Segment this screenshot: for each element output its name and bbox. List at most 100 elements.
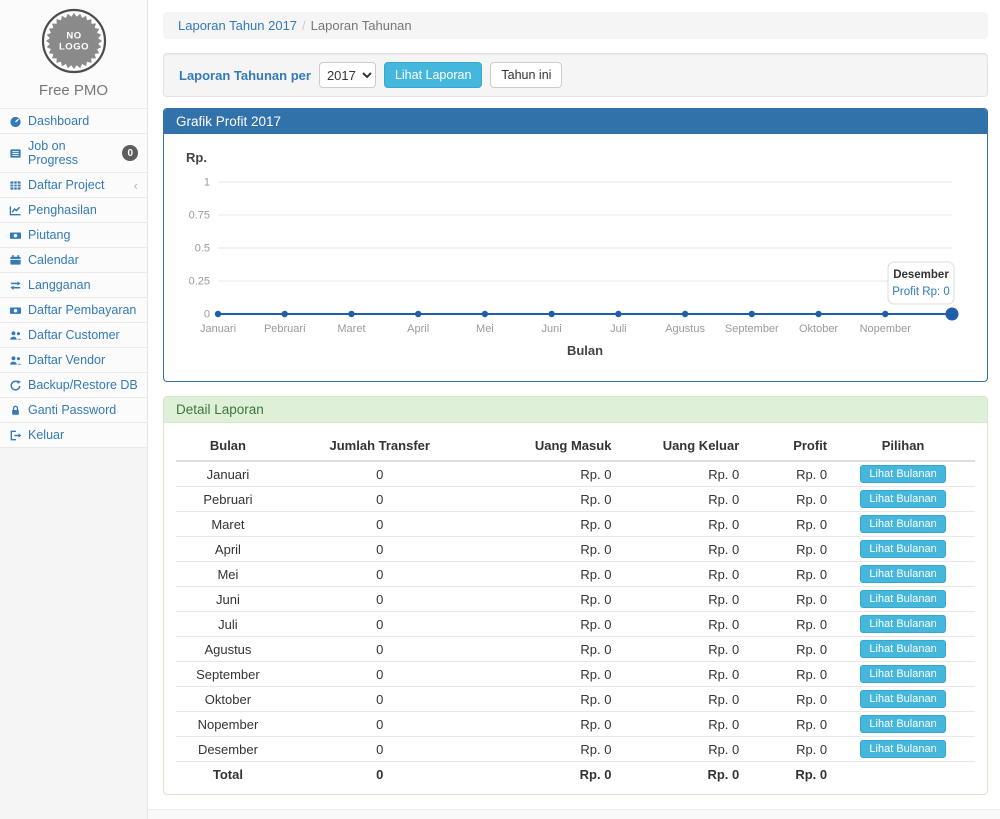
sidebar-item-langganan[interactable]: Langganan	[0, 273, 147, 297]
cell-bulan: Total	[176, 762, 280, 786]
cell-uang-masuk: Rp. 0	[480, 587, 616, 612]
breadcrumb-current: Laporan Tahunan	[311, 18, 412, 33]
cell-uang-keluar: Rp. 0	[615, 637, 743, 662]
x-tick-label: Januari	[200, 323, 236, 335]
lihat-bulanan-button[interactable]: Lihat Bulanan	[860, 565, 945, 583]
cell-pilihan: Lihat Bulanan	[831, 487, 975, 512]
sidebar-item-daftar-project[interactable]: Daftar Project‹	[0, 173, 147, 197]
lihat-bulanan-button[interactable]: Lihat Bulanan	[860, 665, 945, 683]
cell-uang-keluar: Rp. 0	[615, 562, 743, 587]
column-header-uang-masuk: Uang Masuk	[480, 431, 616, 461]
cell-jumlah-transfer: 0	[280, 512, 480, 537]
data-point-juli[interactable]	[615, 311, 621, 317]
profit-chart-svg: Rp.10.750.50.250JanuariPebruariMaretApri…	[176, 142, 975, 370]
data-point-maret[interactable]	[348, 311, 354, 317]
lihat-bulanan-button[interactable]: Lihat Bulanan	[860, 490, 945, 508]
year-select[interactable]: 2017	[319, 62, 376, 88]
sidebar-row-keluar: Keluar	[0, 422, 147, 448]
breadcrumb-link-laporan-tahun[interactable]: Laporan Tahun 2017	[178, 18, 297, 33]
no-logo-gear-icon: NOLOGO	[41, 8, 107, 74]
sidebar-item-daftar-customer[interactable]: Daftar Customer	[0, 323, 147, 347]
cell-uang-keluar: Rp. 0	[615, 487, 743, 512]
cell-profit: Rp. 0	[743, 461, 831, 487]
cell-bulan: Mei	[176, 562, 280, 587]
data-point-agustus[interactable]	[682, 311, 688, 317]
cell-pilihan: Lihat Bulanan	[831, 537, 975, 562]
cell-pilihan: Lihat Bulanan	[831, 687, 975, 712]
cell-pilihan: Lihat Bulanan	[831, 612, 975, 637]
cell-bulan: Juni	[176, 587, 280, 612]
sidebar: NOLOGO Free PMO DashboardJob on Progress…	[0, 0, 148, 819]
cell-jumlah-transfer: 0	[280, 537, 480, 562]
sidebar-item-piutang[interactable]: Piutang	[0, 223, 147, 247]
data-point-desember[interactable]	[946, 308, 959, 321]
sidebar-item-label: Dashboard	[28, 114, 89, 128]
chart-panel-title: Grafik Profit 2017	[164, 109, 987, 134]
data-point-oktober[interactable]	[815, 311, 821, 317]
lihat-bulanan-button[interactable]: Lihat Bulanan	[860, 640, 945, 658]
sidebar-item-daftar-pembayaran[interactable]: Daftar Pembayaran	[0, 298, 147, 322]
sidebar-item-ganti-password[interactable]: Ganti Password	[0, 398, 147, 422]
data-point-april[interactable]	[415, 311, 421, 317]
table-row-oktober: Oktober0Rp. 0Rp. 0Rp. 0Lihat Bulanan	[176, 687, 975, 712]
sidebar-item-label: Piutang	[28, 228, 70, 242]
lihat-laporan-button[interactable]: Lihat Laporan	[384, 62, 482, 88]
cell-uang-keluar: Rp. 0	[615, 537, 743, 562]
sidebar-item-label: Daftar Vendor	[28, 353, 105, 367]
total-row: Total0Rp. 0Rp. 0Rp. 0	[176, 762, 975, 786]
cell-uang-keluar: Rp. 0	[615, 687, 743, 712]
cell-pilihan: Lihat Bulanan	[831, 512, 975, 537]
data-point-nopember[interactable]	[882, 311, 888, 317]
x-tick-label: Nopember	[860, 323, 912, 335]
cell-profit: Rp. 0	[743, 612, 831, 637]
table-row-agustus: Agustus0Rp. 0Rp. 0Rp. 0Lihat Bulanan	[176, 637, 975, 662]
sidebar-item-dashboard[interactable]: Dashboard	[0, 109, 147, 133]
lihat-bulanan-button[interactable]: Lihat Bulanan	[860, 465, 945, 483]
sidebar-item-penghasilan[interactable]: Penghasilan	[0, 198, 147, 222]
sidebar-item-calendar[interactable]: Calendar	[0, 248, 147, 272]
sidebar-item-label: Ganti Password	[28, 403, 116, 417]
sidebar-item-label: Langganan	[28, 278, 91, 292]
sidebar-item-backup-restore-db[interactable]: Backup/Restore DB	[0, 373, 147, 397]
cell-profit: Rp. 0	[743, 687, 831, 712]
sidebar-item-job-on-progress[interactable]: Job on Progress0	[0, 134, 147, 172]
lihat-bulanan-button[interactable]: Lihat Bulanan	[860, 615, 945, 633]
sidebar-row-penghasilan: Penghasilan	[0, 197, 147, 222]
lihat-bulanan-button[interactable]: Lihat Bulanan	[860, 515, 945, 533]
x-tick-label: Oktober	[799, 323, 838, 335]
cell-bulan: Desember	[176, 737, 280, 762]
data-point-juni[interactable]	[548, 311, 554, 317]
cell-pilihan: Lihat Bulanan	[831, 461, 975, 487]
report-table: BulanJumlah TransferUang MasukUang Kelua…	[176, 431, 975, 786]
cell-pilihan: Lihat Bulanan	[831, 712, 975, 737]
cell-bulan: Januari	[176, 461, 280, 487]
sidebar-item-label: Daftar Pembayaran	[28, 303, 136, 317]
sidebar-item-daftar-vendor[interactable]: Daftar Vendor	[0, 348, 147, 372]
cell-jumlah-transfer: 0	[280, 487, 480, 512]
cell-profit: Rp. 0	[743, 662, 831, 687]
y-tick-label: 0.75	[189, 210, 210, 222]
tahun-ini-button[interactable]: Tahun ini	[490, 62, 562, 88]
lihat-bulanan-button[interactable]: Lihat Bulanan	[860, 740, 945, 758]
lihat-bulanan-button[interactable]: Lihat Bulanan	[860, 715, 945, 733]
tasks-icon	[9, 147, 22, 160]
data-point-september[interactable]	[749, 311, 755, 317]
lihat-bulanan-button[interactable]: Lihat Bulanan	[860, 690, 945, 708]
cell-profit: Rp. 0	[743, 712, 831, 737]
table-row-maret: Maret0Rp. 0Rp. 0Rp. 0Lihat Bulanan	[176, 512, 975, 537]
lihat-bulanan-button[interactable]: Lihat Bulanan	[860, 540, 945, 558]
cell-uang-masuk: Rp. 0	[480, 687, 616, 712]
cell-pilihan	[831, 762, 975, 786]
data-point-januari[interactable]	[215, 311, 221, 317]
profit-chart[interactable]: Rp.10.750.50.250JanuariPebruariMaretApri…	[176, 142, 975, 373]
sign-out-icon	[9, 429, 22, 442]
sidebar-item-keluar[interactable]: Keluar	[0, 423, 147, 447]
sidebar-menu: Dashboard Job on Progress0Daftar Project‹…	[0, 108, 147, 448]
data-point-mei[interactable]	[482, 311, 488, 317]
lihat-bulanan-button[interactable]: Lihat Bulanan	[860, 590, 945, 608]
data-point-pebruari[interactable]	[282, 311, 288, 317]
cell-profit: Rp. 0	[743, 487, 831, 512]
cell-profit: Rp. 0	[743, 762, 831, 786]
cell-profit: Rp. 0	[743, 637, 831, 662]
cell-profit: Rp. 0	[743, 587, 831, 612]
